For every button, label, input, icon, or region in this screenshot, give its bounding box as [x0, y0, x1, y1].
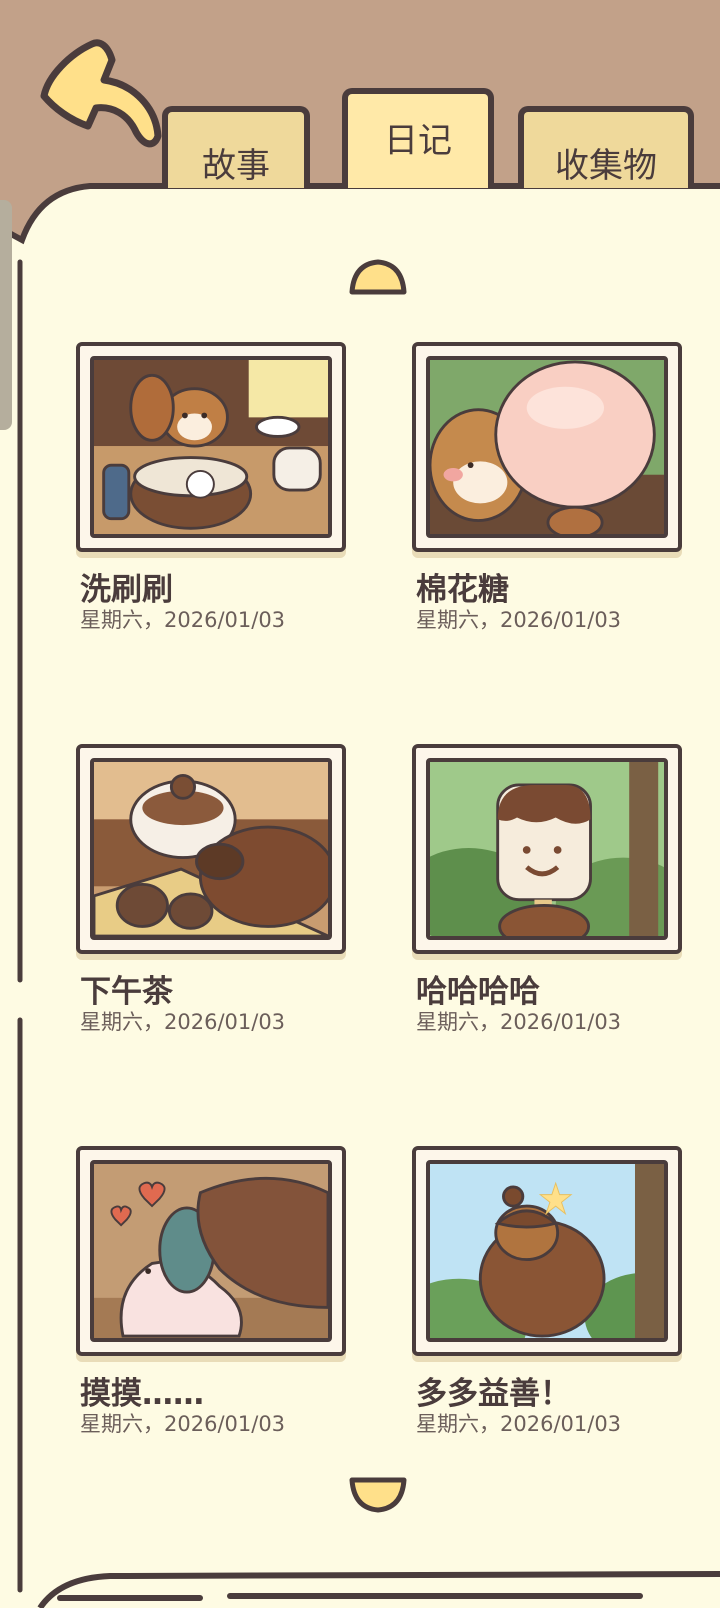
photo-acorn	[426, 1160, 668, 1342]
photo-frame	[412, 342, 682, 552]
entry-date: 星期六，2026/01/03	[416, 1412, 622, 1436]
entry-date: 星期六，2026/01/03	[416, 1010, 622, 1034]
scroll-down-button[interactable]	[346, 1474, 410, 1514]
tab-collection-label: 收集物	[555, 145, 657, 186]
tab-diary-label: 日记	[384, 120, 452, 161]
tab-diary[interactable]: 日记	[342, 88, 494, 188]
scrollbar-thumb[interactable]	[0, 200, 12, 430]
entry-date: 星期六，2026/01/03	[80, 1010, 286, 1034]
tab-story-label: 故事	[202, 145, 270, 186]
entry-title: 棉花糖	[416, 572, 509, 608]
scroll-up-button[interactable]	[346, 258, 410, 298]
scroll-up-icon	[349, 259, 407, 295]
photo-washing-dishes	[90, 356, 332, 538]
photo-frame	[412, 1146, 682, 1356]
back-button[interactable]	[30, 36, 165, 156]
photo-ice-cream	[426, 758, 668, 940]
tab-collection[interactable]: 收集物	[518, 106, 694, 188]
scroll-down-icon	[349, 1477, 407, 1513]
entry-title: 摸摸……	[80, 1376, 204, 1412]
photo-frame	[412, 744, 682, 954]
photo-frame	[76, 744, 346, 954]
entry-title: 下午茶	[80, 974, 173, 1010]
entry-title: 哈哈哈哈	[416, 974, 540, 1010]
entry-title: 多多益善！	[416, 1376, 571, 1412]
photo-petting	[90, 1160, 332, 1342]
entry-title: 洗刷刷	[80, 572, 173, 608]
entry-date: 星期六，2026/01/03	[80, 608, 286, 632]
back-arrow-icon	[40, 39, 162, 148]
photo-marshmallow	[426, 356, 668, 538]
entry-date: 星期六，2026/01/03	[80, 1412, 286, 1436]
tab-story[interactable]: 故事	[162, 106, 310, 188]
photo-frame	[76, 342, 346, 552]
photo-frame	[76, 1146, 346, 1356]
photo-afternoon-tea	[90, 758, 332, 940]
entry-date: 星期六，2026/01/03	[416, 608, 622, 632]
